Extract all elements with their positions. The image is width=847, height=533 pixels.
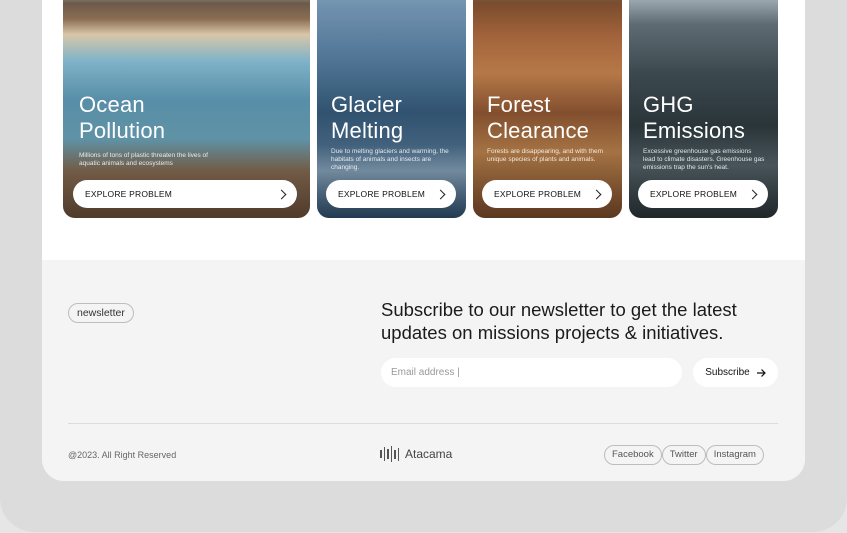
brand-logo[interactable]: Atacama: [380, 446, 452, 462]
problem-card-glacier-melting[interactable]: Glacier Melting Due to melting glaciers …: [317, 0, 466, 218]
device-frame: Ocean Pollution Millions of tons of plas…: [0, 0, 847, 532]
card-title-line2: Emissions: [643, 118, 746, 143]
footer-divider: [68, 423, 778, 424]
problem-card-ocean-pollution[interactable]: Ocean Pollution Millions of tons of plas…: [63, 0, 310, 218]
atacama-logo-icon: [380, 446, 399, 462]
chevron-right-icon: [276, 189, 287, 199]
card-description: Due to melting glaciers and warming, the…: [331, 148, 449, 171]
social-twitter[interactable]: Twitter: [661, 445, 706, 465]
email-input[interactable]: [381, 358, 682, 387]
explore-label: EXPLORE PROBLEM: [494, 189, 582, 199]
card-title-line1: GHG: [643, 92, 694, 117]
chevron-right-icon: [747, 189, 758, 199]
brand-name: Atacama: [405, 447, 453, 461]
problem-card-forest-clearance[interactable]: Forest Clearance Forests are disappearin…: [473, 0, 622, 218]
copyright-text: @2023. All Right Reserved: [68, 450, 177, 460]
card-title-line2: Melting: [331, 118, 404, 143]
newsletter-tag: newsletter: [68, 303, 134, 323]
card-title-line2: Clearance: [487, 118, 590, 143]
explore-label: EXPLORE PROBLEM: [338, 189, 426, 199]
social-facebook[interactable]: Facebook: [604, 445, 662, 465]
card-title: Ocean Pollution: [79, 92, 165, 144]
subscribe-label: Subscribe: [705, 367, 750, 378]
card-description: Millions of tons of plastic threaten the…: [79, 152, 208, 167]
card-description: Forests are disappearing, and with them …: [487, 148, 603, 163]
subscribe-button[interactable]: Subscribe: [693, 358, 778, 387]
card-title-line1: Ocean: [79, 92, 145, 117]
problem-card-ghg-emissions[interactable]: GHG Emissions Excessive greenhouse gas e…: [629, 0, 778, 218]
arrow-right-icon: [756, 368, 766, 377]
card-title-line2: Pollution: [79, 118, 166, 143]
explore-label: EXPLORE PROBLEM: [85, 189, 173, 199]
chevron-right-icon: [591, 189, 602, 199]
card-title: Forest Clearance: [487, 92, 589, 144]
explore-problem-button[interactable]: EXPLORE PROBLEM: [638, 180, 768, 208]
explore-problem-button[interactable]: EXPLORE PROBLEM: [326, 180, 456, 208]
page-screen: Ocean Pollution Millions of tons of plas…: [42, 0, 805, 481]
card-title: GHG Emissions: [643, 92, 745, 144]
card-title: Glacier Melting: [331, 92, 403, 144]
chevron-right-icon: [435, 189, 446, 199]
social-links: Facebook Twitter Instagram: [604, 445, 764, 465]
card-title-line1: Forest: [487, 92, 551, 117]
explore-problem-button[interactable]: EXPLORE PROBLEM: [73, 180, 297, 208]
card-title-line1: Glacier: [331, 92, 403, 117]
explore-problem-button[interactable]: EXPLORE PROBLEM: [482, 180, 612, 208]
social-instagram[interactable]: Instagram: [705, 445, 764, 465]
newsletter-section: newsletter Subscribe to our newsletter t…: [42, 260, 805, 481]
explore-label: EXPLORE PROBLEM: [650, 189, 738, 199]
card-description: Excessive greenhouse gas emissions lead …: [643, 148, 765, 171]
newsletter-headline: Subscribe to our newsletter to get the l…: [381, 299, 737, 343]
